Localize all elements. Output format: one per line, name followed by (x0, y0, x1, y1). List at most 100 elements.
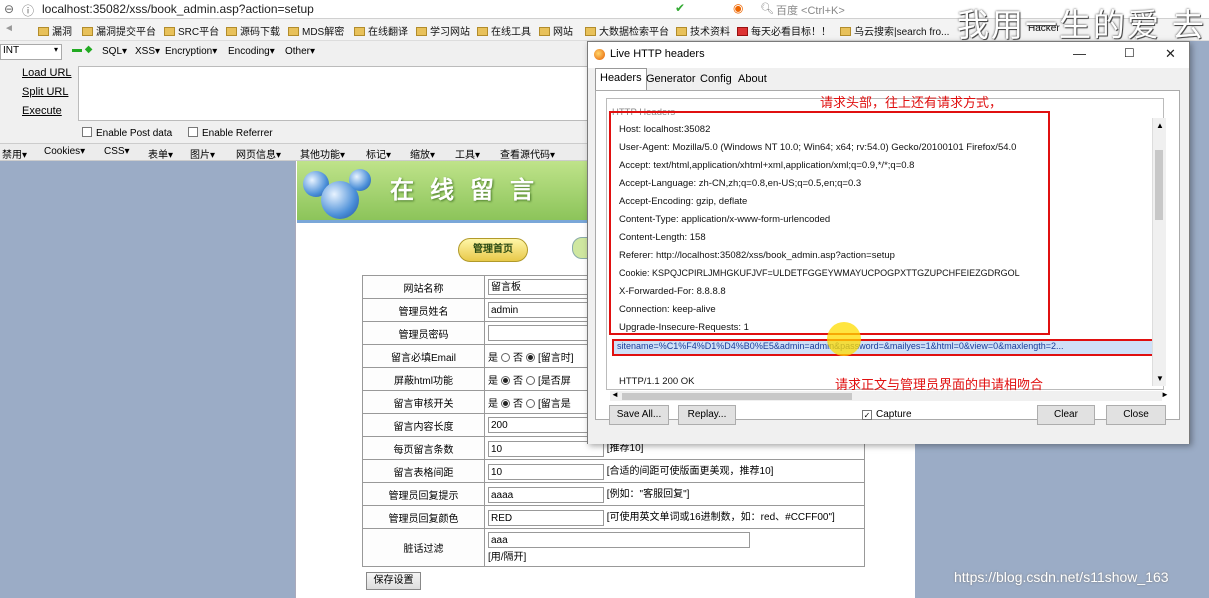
header-line: Cookie: KSPQJCPIRLJMHGKUFJVF=ULDETFGGEYW… (619, 268, 1020, 278)
header-line: Accept-Language: zh-CN,zh;q=0.8,en-US;q=… (619, 178, 862, 189)
tab-generator[interactable]: Generator (642, 70, 700, 88)
scroll-right-icon[interactable]: ► (1161, 390, 1169, 399)
bookmark-item[interactable]: MDS解密 (288, 23, 344, 38)
bookmark-item[interactable]: 大数据检索平台 (585, 23, 669, 38)
bookmark-item[interactable]: SRC平台 (164, 23, 219, 38)
admin-home-button[interactable]: 管理首页 (458, 238, 528, 262)
table-row: 留言表格间距 10 [合适的间距可使版面更美观，推荐10] (362, 459, 865, 483)
folder-icon (82, 27, 93, 36)
tab-config[interactable]: Config (696, 70, 736, 88)
minus-icon[interactable]: ▬ ◆ (72, 44, 92, 55)
banner-title: 在线留言 (390, 177, 550, 204)
field-hint: [可使用英文单词或16进制数，如：red、#CCFF00"] (606, 512, 835, 524)
menu-encryption[interactable]: Encryption▾ (165, 46, 217, 57)
firefox-icon[interactable]: ◉ (733, 1, 743, 15)
header-line: Content-Type: application/x-www-form-url… (619, 214, 831, 225)
radio-yes[interactable] (501, 352, 510, 362)
bookmark-item[interactable]: 在线翻译 (354, 23, 408, 38)
folder-icon (288, 27, 299, 36)
toolbar-mark[interactable]: 标记▾ (366, 146, 391, 161)
header-line: Content-Length: 158 (619, 232, 706, 243)
enable-referrer-checkbox[interactable]: Enable Referrer (188, 127, 273, 139)
bookmark-item[interactable]: 每天必看目标！！ (737, 23, 831, 38)
profanity-filter-input[interactable]: aaa (488, 532, 750, 548)
table-spacing-input[interactable]: 10 (488, 463, 604, 480)
scroll-up-icon[interactable]: ▲ (1156, 121, 1164, 130)
reply-prompt-input[interactable]: aaaa (488, 486, 604, 503)
minimize-icon[interactable]: — (1073, 46, 1086, 61)
bookmark-item[interactable]: 漏洞提交平台 (82, 23, 156, 38)
toolbar-cookies[interactable]: Cookies▾ (44, 146, 85, 157)
table-row: 脏话过滤 aaa [用/隔开] (362, 528, 865, 567)
field-hint: [例如："客服回复"] (606, 489, 690, 501)
save-all-button[interactable]: Save All... (609, 405, 669, 425)
radio-label: 是 (488, 398, 498, 410)
header-line: Accept-Encoding: gzip, deflate (619, 196, 748, 207)
toolbar-images[interactable]: 图片▾ (190, 146, 215, 161)
url-field[interactable]: localhost:35082/xss/book_admin.asp?actio… (42, 2, 314, 16)
bookmark-item[interactable]: 乌云搜索|search fro... (840, 23, 949, 38)
maximize-icon[interactable]: ☐ (1124, 46, 1135, 60)
content-length-input[interactable]: 200 (488, 417, 588, 433)
bookmark-item[interactable]: 在线工具 (477, 23, 531, 38)
menu-other[interactable]: Other▾ (285, 46, 315, 57)
toolbar-source[interactable]: 查看源代码▾ (500, 146, 555, 161)
reply-color-input[interactable]: RED (488, 509, 604, 526)
toolbar-tools[interactable]: 工具▾ (455, 146, 480, 161)
field-label: 屏蔽html功能 (362, 367, 485, 391)
folder-icon (226, 27, 237, 36)
radio-label: 否 (513, 398, 523, 410)
hackbar-select[interactable]: INT (0, 44, 62, 60)
toolbar-misc[interactable]: 其他功能▾ (300, 146, 345, 161)
radio-yes[interactable] (501, 375, 510, 385)
radio-yes[interactable] (501, 398, 510, 408)
bookmark-arrow-icon[interactable]: ◄ (4, 23, 14, 34)
url-textarea[interactable] (78, 66, 590, 121)
bookmark-item[interactable]: 网站 (539, 23, 573, 38)
checkmark-icon: ✓ (862, 410, 872, 420)
site-name-input[interactable]: 留言板 (488, 279, 588, 295)
admin-name-input[interactable]: admin (488, 302, 588, 318)
scrollbar-thumb[interactable] (1155, 150, 1163, 220)
bookmark-item[interactable]: 技术资料 (676, 23, 730, 38)
bookmark-item[interactable]: 学习网站 (416, 23, 470, 38)
back-icon[interactable]: ⊖ (4, 2, 14, 16)
menu-xss[interactable]: XSS▾ (135, 46, 160, 57)
execute-button[interactable]: Execute (22, 105, 62, 117)
chevron-down-icon[interactable]: ▾ (54, 45, 58, 54)
menu-sql[interactable]: SQL▾ (102, 46, 127, 57)
split-url-button[interactable]: Split URL (22, 86, 68, 98)
replay-button[interactable]: Replay... (678, 405, 736, 425)
toolbar-zoom[interactable]: 缩放▾ (410, 146, 435, 161)
radio-no[interactable] (526, 398, 535, 408)
toolbar-forms[interactable]: 表单▾ (148, 146, 173, 161)
field-label: 脏话过滤 (362, 528, 485, 567)
toolbar-css[interactable]: CSS▾ (104, 146, 130, 157)
folder-icon (38, 27, 49, 36)
radio-no[interactable] (526, 352, 535, 362)
tab-headers[interactable]: Headers (595, 68, 647, 90)
load-url-button[interactable]: Load URL (22, 67, 72, 79)
scroll-left-icon[interactable]: ◄ (611, 390, 619, 399)
menu-encoding[interactable]: Encoding▾ (228, 46, 275, 57)
enable-post-checkbox[interactable]: Enable Post data (82, 127, 172, 139)
horizontal-scroll-thumb[interactable] (622, 393, 852, 400)
info-icon[interactable]: ⓘ (22, 2, 34, 19)
admin-password-input[interactable] (488, 325, 588, 341)
blog-watermark: https://blog.csdn.net/s11show_163 (954, 569, 1169, 585)
header-line: Accept: text/html,application/xhtml+xml,… (619, 160, 915, 171)
folder-icon (585, 27, 596, 36)
search-input[interactable]: 百度 <Ctrl+K> (776, 2, 845, 18)
clear-button[interactable]: Clear (1037, 405, 1095, 425)
save-settings-button[interactable]: 保存设置 (366, 572, 421, 590)
bookmark-item[interactable]: 源码下载 (226, 23, 280, 38)
capture-checkbox[interactable]: ✓ Capture (862, 409, 912, 420)
close-icon[interactable]: ✕ (1165, 46, 1176, 62)
close-button[interactable]: Close (1106, 405, 1166, 425)
bookmark-item[interactable]: 漏洞 (38, 23, 72, 38)
toolbar-disable[interactable]: 禁用▾ (2, 146, 27, 161)
radio-no[interactable] (526, 375, 535, 385)
scroll-down-icon[interactable]: ▼ (1156, 374, 1164, 383)
toolbar-info[interactable]: 网页信息▾ (236, 146, 281, 161)
tab-about[interactable]: About (734, 70, 771, 88)
